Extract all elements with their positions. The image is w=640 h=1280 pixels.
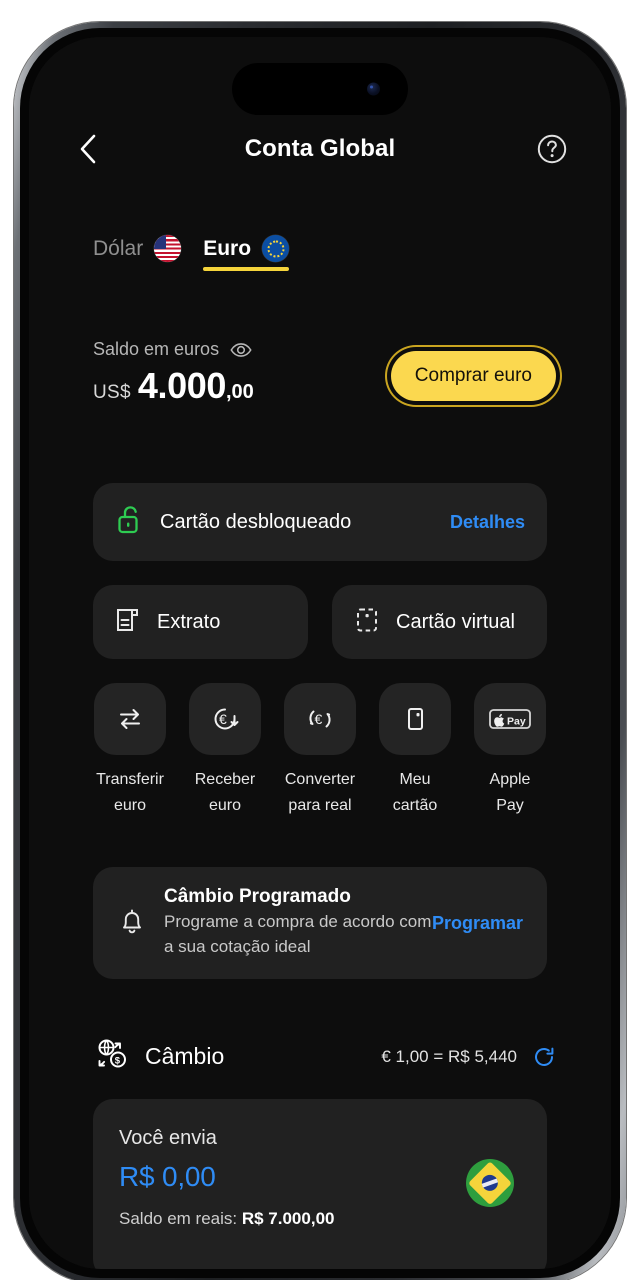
card-status-text: Cartão desbloqueado [160, 510, 352, 533]
quick-buttons-row: Extrato Cartão virtual [93, 585, 547, 659]
scheduled-exchange-subtitle: Programe a compra de acordo com a sua co… [164, 912, 432, 956]
euro-receive-icon: € [189, 683, 261, 755]
balance-label-row: Saldo em euros [93, 339, 254, 360]
svg-text:$: $ [115, 1056, 121, 1067]
euro-convert-icon: € [284, 683, 356, 755]
action-transferir-euro[interactable]: Transferir euro [89, 683, 171, 818]
br-flag-icon[interactable] [466, 1159, 514, 1207]
tab-euro-label: Euro [203, 236, 252, 260]
scheduled-exchange-text: Câmbio Programado Programe a compra de a… [164, 886, 432, 959]
buy-euro-button[interactable]: Comprar euro [390, 351, 556, 401]
svg-text:Pay: Pay [507, 715, 526, 727]
quick-actions-row: Transferir euro € Receber euro € Convert… [89, 683, 551, 818]
virtual-card-dashed-icon [354, 606, 380, 639]
send-label: Você envia [119, 1127, 217, 1149]
dynamic-island [232, 63, 408, 115]
exchange-title: Câmbio [145, 1043, 225, 1069]
exchange-rate-row: $ Câmbio € 1,00 = R$ 5,440 [93, 1035, 556, 1078]
balance-currency: US$ [93, 382, 131, 403]
card-status-row[interactable]: Cartão desbloqueado Detalhes [93, 483, 547, 561]
action-apple-pay-label: Apple Pay [489, 771, 531, 814]
app-header: Conta Global [29, 122, 611, 176]
cartao-virtual-label: Cartão virtual [396, 610, 515, 633]
apple-pay-icon: Pay [474, 683, 546, 755]
bell-icon [117, 904, 147, 943]
svg-text:€: € [219, 711, 227, 727]
send-balance-value: R$ 7.000,00 [241, 1209, 335, 1228]
question-circle-icon [537, 134, 567, 164]
balance-integer: 4.000 [137, 365, 226, 406]
app-content: Conta Global Dólar Euro Saldo em euros U… [29, 37, 611, 1269]
action-meu-cartao[interactable]: Meu cartão [374, 683, 456, 818]
tab-euro[interactable]: Euro [203, 235, 290, 271]
balance-label: Saldo em euros [93, 339, 220, 359]
tab-dolar[interactable]: Dólar [93, 235, 182, 271]
page-title: Conta Global [244, 135, 396, 162]
us-flag-icon [154, 235, 182, 262]
cartao-virtual-button[interactable]: Cartão virtual [332, 585, 547, 659]
send-amount-input[interactable]: R$ 0,00 [119, 1161, 521, 1193]
send-amount-card[interactable]: Você envia R$ 0,00 Saldo em reais: R$ 7.… [93, 1099, 547, 1269]
balance-amount: US$ 4.000 ,00 [93, 365, 254, 407]
extrato-button[interactable]: Extrato [93, 585, 308, 659]
globe-exchange-icon: $ [93, 1035, 131, 1078]
scheduled-exchange-card[interactable]: Câmbio Programado Programe a compra de a… [93, 867, 547, 979]
action-meu-cartao-label: Meu cartão [392, 771, 438, 814]
extrato-label: Extrato [157, 610, 221, 633]
eu-flag-icon [262, 235, 290, 262]
refresh-icon[interactable] [532, 1045, 556, 1069]
transfer-arrows-icon [94, 683, 166, 755]
card-icon [379, 683, 451, 755]
statement-document-icon [115, 606, 141, 639]
send-balance-row: Saldo em reais: R$ 7.000,00 [119, 1209, 521, 1229]
back-button[interactable] [71, 132, 105, 166]
unlocked-padlock-icon [115, 504, 143, 541]
action-apple-pay[interactable]: Pay Apple Pay [469, 683, 551, 818]
send-balance-prefix: Saldo em reais: [119, 1209, 242, 1228]
help-button[interactable] [535, 132, 569, 166]
phone-frame: Conta Global Dólar Euro Saldo em euros U… [14, 22, 626, 1280]
programar-link[interactable]: Programar [432, 913, 523, 934]
balance-decimals: ,00 [225, 381, 254, 403]
balance-left: Saldo em euros US$ 4.000 ,00 [93, 337, 254, 407]
action-converter-para-real[interactable]: € Converter para real [279, 683, 361, 818]
card-details-link[interactable]: Detalhes [450, 512, 525, 533]
scheduled-exchange-title: Câmbio Programado [164, 886, 351, 908]
eye-icon[interactable] [230, 342, 252, 358]
phone-screen: Conta Global Dólar Euro Saldo em euros U… [29, 37, 611, 1269]
front-camera-icon [367, 82, 380, 96]
currency-tabs: Dólar Euro [93, 235, 290, 271]
action-receber-euro[interactable]: € Receber euro [184, 683, 266, 818]
action-transferir-euro-label: Transferir euro [96, 771, 164, 814]
tab-dolar-label: Dólar [93, 236, 144, 260]
balance-section: Saldo em euros US$ 4.000 ,00 Comprar eur… [93, 337, 556, 407]
svg-text:€: € [315, 711, 323, 727]
exchange-rate-value: € 1,00 = R$ 5,440 [381, 1046, 517, 1066]
phone-bezel: Conta Global Dólar Euro Saldo em euros U… [20, 28, 620, 1278]
action-converter-para-real-label: Converter para real [284, 771, 356, 814]
chevron-left-icon [80, 134, 96, 164]
action-receber-euro-label: Receber euro [194, 771, 256, 814]
screenshot-stage: Conta Global Dólar Euro Saldo em euros U… [0, 0, 640, 1280]
